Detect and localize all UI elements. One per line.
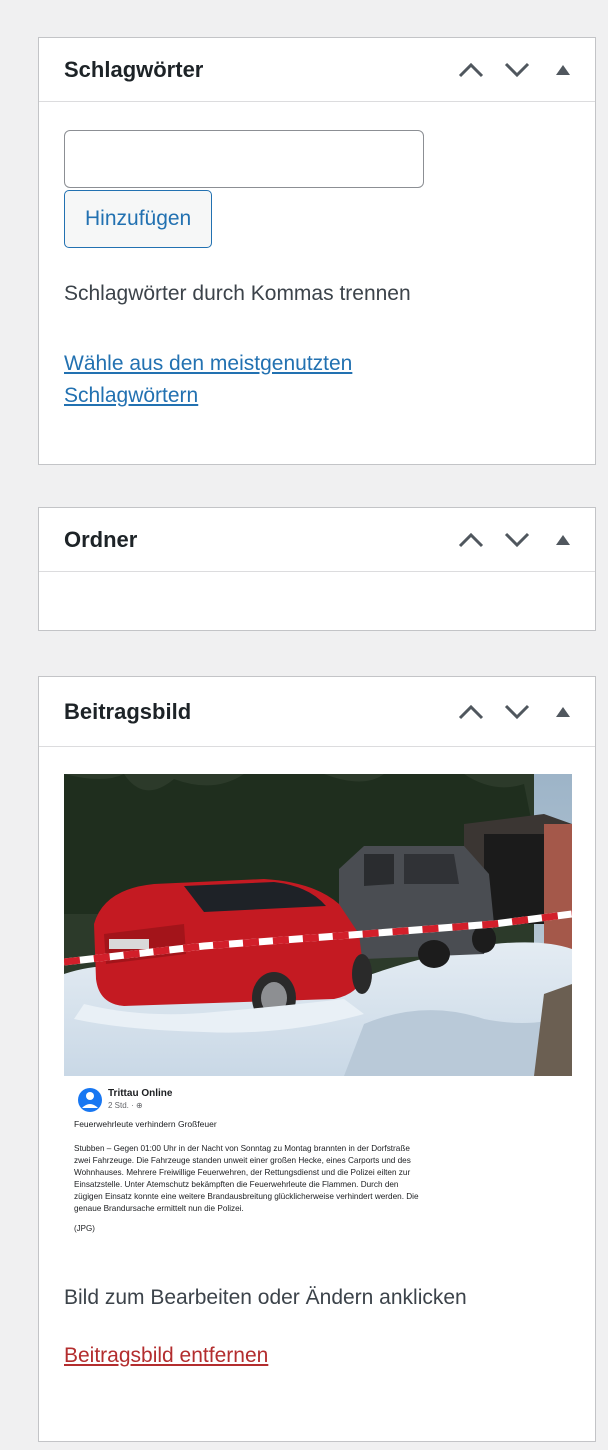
folder-panel-body [39,572,595,612]
move-up-icon[interactable] [453,522,489,558]
featured-image-thumbnail[interactable]: Trittau Online 2 Std. · ⊕ Feuerwehrleute… [64,774,572,1258]
remove-featured-image-link[interactable]: Beitragsbild entfernen [64,1344,268,1367]
post-title: Feuerwehrleute verhindern Großfeuer [74,1119,217,1129]
tag-input[interactable] [64,130,424,188]
photo [64,774,572,1076]
post-footer: (JPG) [74,1224,95,1233]
folder-panel-controls [453,522,581,558]
featured-image-panel: Beitragsbild Trittau Online 2 Std. · ⊕ F… [38,676,596,1442]
post-body-line: genaue Brandursache ermittelt nun die Po… [74,1204,244,1213]
post-body-line: zwei Fahrzeuge. Die Fahrzeuge standen un… [74,1156,411,1165]
tags-panel-controls [453,52,581,88]
tags-panel-body: Hinzufügen Schlagwörter durch Kommas tre… [39,130,595,412]
move-up-icon[interactable] [453,52,489,88]
folder-panel-header: Ordner [39,508,595,572]
tags-panel-header: Schlagwörter [39,38,595,102]
choose-tags-link-line1[interactable]: Wähle aus den meistgenutzten [64,348,570,380]
featured-panel-header: Beitragsbild [39,677,595,747]
featured-panel-body: Trittau Online 2 Std. · ⊕ Feuerwehrleute… [39,774,595,1368]
choose-tags-link-line2[interactable]: Schlagwörtern [64,380,570,412]
featured-panel-controls [453,694,581,730]
collapse-toggle-icon[interactable] [545,52,581,88]
move-down-icon[interactable] [499,522,535,558]
post-body-line: zügigen Einsatz konnte eine weitere Bran… [74,1192,419,1201]
post-meta: 2 Std. · ⊕ [108,1101,143,1110]
move-up-icon[interactable] [453,694,489,730]
collapse-toggle-icon[interactable] [545,694,581,730]
tags-hint: Schlagwörter durch Kommas trennen [64,282,411,305]
choose-tags-link[interactable]: Wähle aus den meistgenutzten Schlagwörte… [64,348,570,412]
move-down-icon[interactable] [499,694,535,730]
post-card: Trittau Online 2 Std. · ⊕ Feuerwehrleute… [64,1076,572,1258]
tags-panel-title: Schlagwörter [64,56,204,82]
post-author: Trittau Online [108,1088,173,1099]
edit-image-hint: Bild zum Bearbeiten oder Ändern anklicke… [64,1286,467,1309]
featured-panel-title: Beitragsbild [64,698,192,724]
post-body-line: Wohnhauses. Mehrere Freiwillige Feuerweh… [74,1168,410,1177]
folder-panel-title: Ordner [64,526,138,552]
folder-panel: Ordner [38,507,596,631]
move-down-icon[interactable] [499,52,535,88]
tags-panel: Schlagwörter Hinzufügen Schlagwörter dur… [38,37,596,465]
collapse-toggle-icon[interactable] [545,522,581,558]
add-tag-button[interactable]: Hinzufügen [64,190,213,248]
post-body-line: Einsatzstelle. Unter Atemschutz bekämpft… [74,1180,399,1189]
post-body-line: Stubben – Gegen 01:00 Uhr in der Nacht v… [74,1144,410,1153]
